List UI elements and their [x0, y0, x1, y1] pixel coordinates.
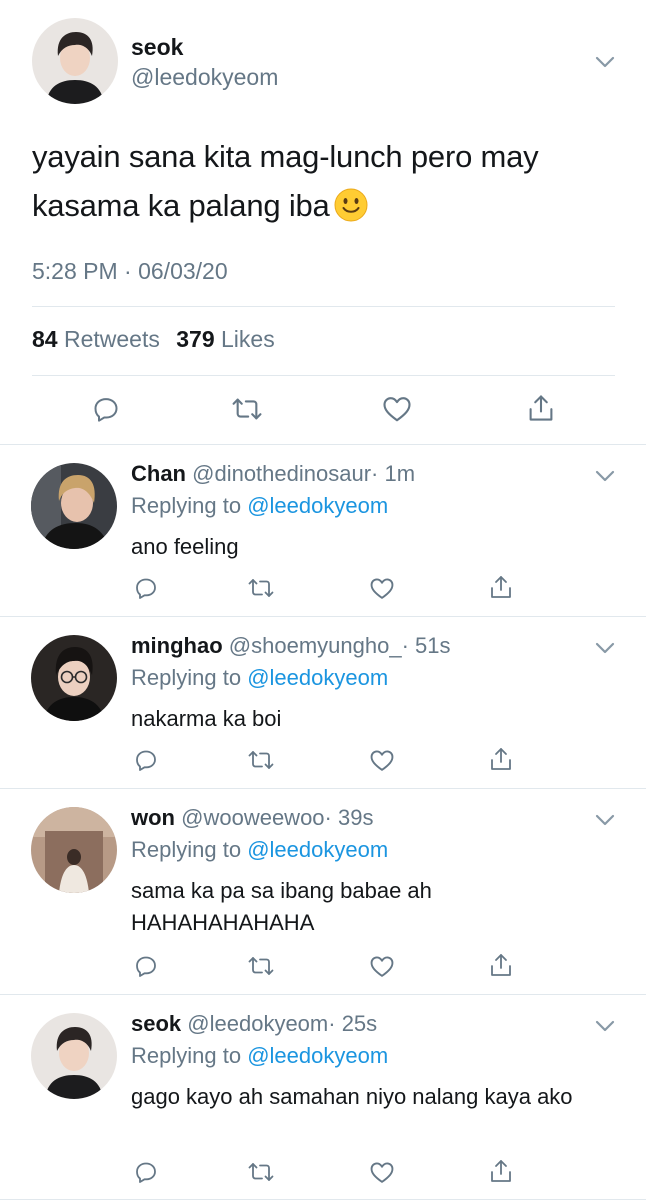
reply-header: seok @leedokyeom· 25s	[131, 1011, 377, 1037]
chevron-down-icon[interactable]	[594, 55, 616, 69]
reply-text: nakarma ka boi	[131, 706, 282, 731]
tweet-text-content: yayain sana kita mag-lunch pero may kasa…	[32, 139, 539, 223]
reply-text: gago kayo ah samahan niyo nalang kaya ak…	[131, 1084, 573, 1109]
author-name[interactable]: seok	[131, 34, 183, 61]
chevron-down-icon[interactable]	[594, 813, 616, 827]
replying-to-handle[interactable]: @leedokyeom	[247, 837, 388, 862]
reply-time[interactable]: · 25s	[328, 1011, 377, 1036]
replying-to-label: Replying to	[131, 837, 242, 862]
retweet-icon[interactable]	[247, 1160, 275, 1184]
reply-header: won @wooweewoo· 39s	[131, 805, 373, 831]
heart-icon[interactable]	[382, 395, 412, 423]
author-name[interactable]: seok	[131, 1011, 181, 1036]
heart-icon[interactable]	[369, 955, 395, 978]
retweets-label[interactable]: Retweets	[64, 326, 160, 352]
tweet-stats: 84 Retweets 379 Likes	[32, 326, 275, 353]
divider	[32, 375, 615, 376]
chevron-down-icon[interactable]	[594, 641, 616, 655]
reply-time[interactable]: · 51s	[402, 633, 451, 658]
share-icon[interactable]	[489, 1158, 513, 1184]
replying-to-handle[interactable]: @leedokyeom	[247, 493, 388, 518]
slightly-smiling-face-emoji	[334, 188, 368, 222]
retweet-icon[interactable]	[247, 954, 275, 978]
author-name[interactable]: won	[131, 805, 175, 830]
reply-icon[interactable]	[92, 395, 120, 423]
replying-to-label: Replying to	[131, 665, 242, 690]
reply-header: minghao @shoemyungho_· 51s	[131, 633, 451, 659]
retweet-icon[interactable]	[247, 576, 275, 600]
share-icon[interactable]	[527, 393, 555, 423]
author-name[interactable]: minghao	[131, 633, 223, 658]
author-handle[interactable]: @leedokyeom	[131, 64, 278, 91]
retweet-icon[interactable]	[230, 395, 264, 423]
avatar[interactable]	[31, 463, 117, 549]
replying-to: Replying to @leedokyeom	[131, 837, 388, 863]
chevron-down-icon[interactable]	[594, 469, 616, 483]
avatar[interactable]	[32, 18, 118, 104]
reply-icon[interactable]	[134, 954, 158, 978]
likes-label[interactable]: Likes	[221, 326, 275, 352]
avatar[interactable]	[31, 1013, 117, 1099]
avatar[interactable]	[31, 635, 117, 721]
author-handle[interactable]: @leedokyeom	[187, 1011, 328, 1036]
replying-to-label: Replying to	[131, 493, 242, 518]
reply-time[interactable]: · 1m	[371, 461, 415, 486]
like-count[interactable]: 379	[176, 326, 214, 352]
replying-to: Replying to @leedokyeom	[131, 665, 388, 691]
tweet-text: yayain sana kita mag-lunch pero may kasa…	[32, 132, 622, 230]
reply-header: Chan @dinothedinosaur· 1m	[131, 461, 415, 487]
avatar[interactable]	[31, 807, 117, 893]
replying-to: Replying to @leedokyeom	[131, 1043, 388, 1069]
reply-icon[interactable]	[134, 1160, 158, 1184]
reply-icon[interactable]	[134, 576, 158, 600]
reply-text: ano feeling	[131, 534, 239, 559]
author-name[interactable]: Chan	[131, 461, 186, 486]
reply-tweet[interactable]: won @wooweewoo· 39s Replying to @leedoky…	[0, 789, 646, 995]
share-icon[interactable]	[489, 952, 513, 978]
tweet-timestamp[interactable]: 5:28 PM · 06/03/20	[32, 258, 228, 285]
share-icon[interactable]	[489, 746, 513, 772]
heart-icon[interactable]	[369, 749, 395, 772]
replying-to-handle[interactable]: @leedokyeom	[247, 1043, 388, 1068]
reply-time[interactable]: · 39s	[325, 805, 374, 830]
reply-tweet[interactable]: Chan @dinothedinosaur· 1m Replying to @l…	[0, 445, 646, 617]
retweet-count[interactable]: 84	[32, 326, 58, 352]
reply-icon[interactable]	[134, 748, 158, 772]
heart-icon[interactable]	[369, 1161, 395, 1184]
reply-tweet[interactable]: minghao @shoemyungho_· 51s Replying to @…	[0, 617, 646, 789]
divider	[32, 306, 615, 307]
heart-icon[interactable]	[369, 577, 395, 600]
main-tweet: seok @leedokyeom yayain sana kita mag-lu…	[0, 0, 646, 445]
reply-text: sama ka pa sa ibang babae ah HAHAHAHAHAH…	[131, 878, 432, 935]
author-handle[interactable]: @dinothedinosaur	[192, 461, 371, 486]
share-icon[interactable]	[489, 574, 513, 600]
chevron-down-icon[interactable]	[594, 1019, 616, 1033]
replying-to-label: Replying to	[131, 1043, 242, 1068]
replying-to: Replying to @leedokyeom	[131, 493, 388, 519]
replying-to-handle[interactable]: @leedokyeom	[247, 665, 388, 690]
reply-tweet[interactable]: seok @leedokyeom· 25s Replying to @leedo…	[0, 995, 646, 1200]
author-handle[interactable]: @wooweewoo	[181, 805, 324, 830]
author-handle[interactable]: @shoemyungho_	[229, 633, 402, 658]
retweet-icon[interactable]	[247, 748, 275, 772]
